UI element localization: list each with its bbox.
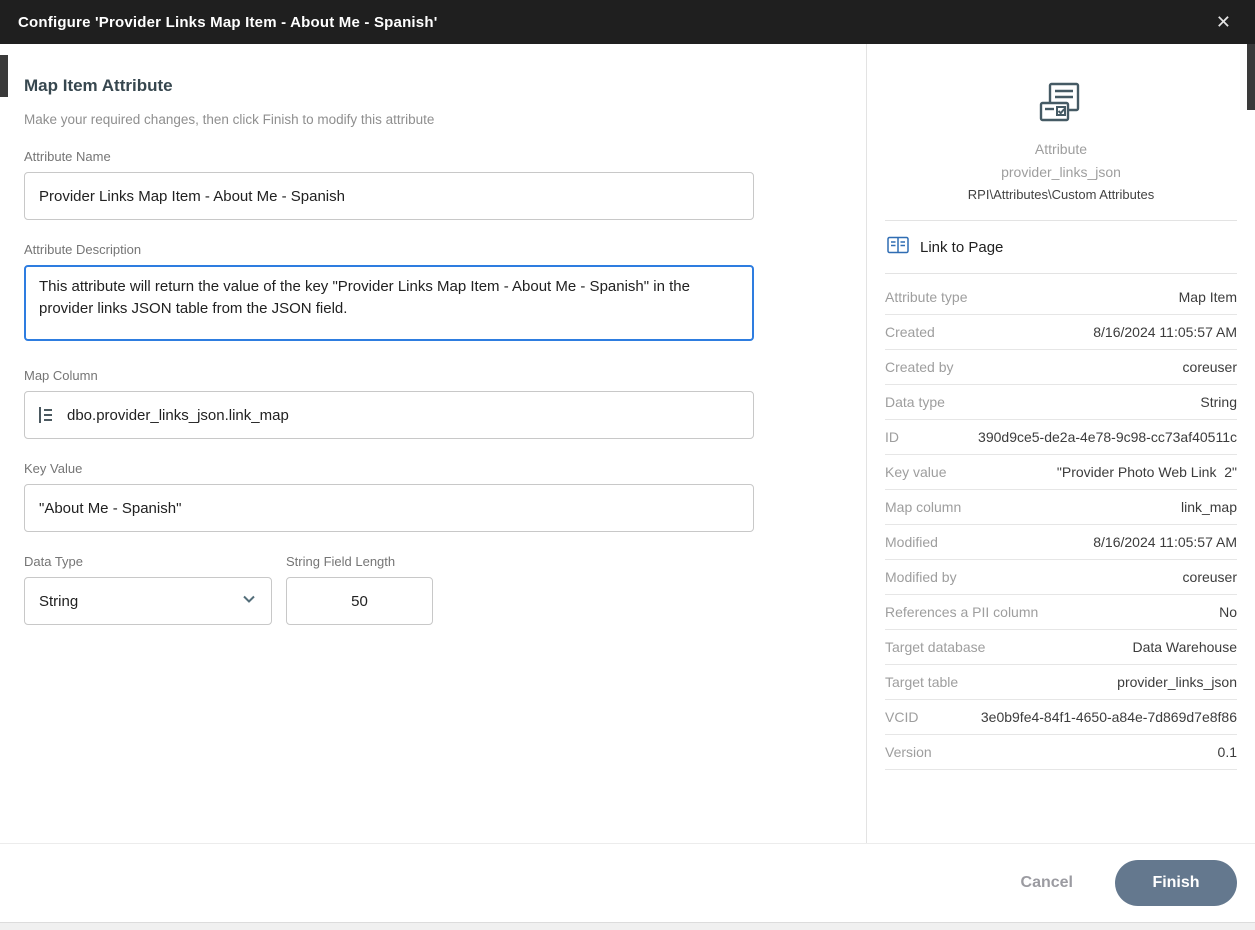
property-label: ID [885,429,899,445]
string-field-length-input[interactable] [286,577,433,625]
attribute-name-label: Attribute Name [24,149,866,164]
property-label: Data type [885,394,945,410]
property-label: VCID [885,709,918,725]
property-label: Key value [885,464,946,480]
property-value: 8/16/2024 11:05:57 AM [1093,534,1237,550]
property-row: ID 390d9ce5-de2a-4e78-9c98-cc73af40511c [885,420,1237,455]
string-field-length-group: String Field Length [286,554,433,625]
close-icon[interactable]: ✕ [1210,9,1237,35]
summary-attribute-name: provider_links_json [885,164,1237,180]
property-row: Attribute type Map Item [885,280,1237,315]
key-value-input[interactable] [24,484,754,532]
property-value: coreuser [1183,359,1237,375]
property-label: Modified by [885,569,957,585]
dialog-footer: Cancel Finish [0,843,1255,922]
property-value: 0.1 [1218,744,1237,760]
attribute-name-input[interactable] [24,172,754,220]
property-label: Modified [885,534,938,550]
link-to-page-button[interactable]: Link to Page [885,221,1237,274]
attribute-description-field-group: Attribute Description This attribute wil… [24,242,866,346]
attribute-icon [885,68,1237,129]
string-field-length-label: String Field Length [286,554,433,569]
cancel-button[interactable]: Cancel [1015,873,1079,893]
property-value: provider_links_json [1117,674,1237,690]
chevron-down-icon [241,591,257,611]
property-value: No [1219,604,1237,620]
property-row: Key value "Provider Photo Web Link 2" [885,455,1237,490]
dialog-header: Configure 'Provider Links Map Item - Abo… [0,0,1255,44]
data-type-selected-value: String [39,593,78,610]
property-label: Map column [885,499,961,515]
data-type-field-group: Data Type String [24,554,272,625]
configure-attribute-dialog: Configure 'Provider Links Map Item - Abo… [0,0,1255,930]
property-row: Map column link_map [885,490,1237,525]
property-value: coreuser [1183,569,1237,585]
property-label: References a PII column [885,604,1038,620]
map-column-input[interactable] [24,391,754,439]
property-row: Target database Data Warehouse [885,630,1237,665]
property-row: Created 8/16/2024 11:05:57 AM [885,315,1237,350]
property-value: 3e0b9fe4-84f1-4650-a84e-7d869d7e8f86 [981,709,1237,725]
property-list: Attribute type Map Item Created 8/16/202… [885,280,1237,770]
data-type-select[interactable]: String [24,577,272,625]
summary-attribute-path: RPI\Attributes\Custom Attributes [885,187,1237,220]
property-value: 390d9ce5-de2a-4e78-9c98-cc73af40511c [978,429,1237,445]
finish-button[interactable]: Finish [1115,860,1237,906]
property-label: Created [885,324,935,340]
background-page-left-edge [0,55,8,97]
attribute-form: Map Item Attribute Make your required ch… [0,44,866,843]
key-value-field-group: Key Value [24,461,866,532]
property-row: VCID 3e0b9fe4-84f1-4650-a84e-7d869d7e8f8… [885,700,1237,735]
property-value: String [1200,394,1237,410]
attribute-name-field-group: Attribute Name [24,149,866,220]
property-value: 8/16/2024 11:05:57 AM [1093,324,1237,340]
property-row: Created by coreuser [885,350,1237,385]
property-value: link_map [1181,499,1237,515]
property-value: Map Item [1179,289,1237,305]
property-label: Target database [885,639,985,655]
property-row: Modified 8/16/2024 11:05:57 AM [885,525,1237,560]
property-row: Version 0.1 [885,735,1237,770]
form-subtitle: Make your required changes, then click F… [24,112,866,127]
property-value: Data Warehouse [1132,639,1237,655]
dialog-title: Configure 'Provider Links Map Item - Abo… [18,14,437,31]
map-column-label: Map Column [24,368,866,383]
property-label: Created by [885,359,953,375]
property-label: Attribute type [885,289,968,305]
map-column-field-group: Map Column [24,368,866,439]
attribute-description-input[interactable]: This attribute will return the value of … [24,265,754,341]
dialog-body: Map Item Attribute Make your required ch… [0,44,1255,843]
property-label: Version [885,744,932,760]
link-to-page-label: Link to Page [920,239,1003,256]
attribute-description-label: Attribute Description [24,242,866,257]
table-column-icon [36,405,56,425]
property-label: Target table [885,674,958,690]
key-value-label: Key Value [24,461,866,476]
attribute-summary-panel: Attribute provider_links_json RPI\Attrib… [866,44,1255,843]
form-heading: Map Item Attribute [24,76,866,96]
data-type-label: Data Type [24,554,272,569]
property-row: Data type String [885,385,1237,420]
background-page-right-edge [1247,44,1255,110]
property-row: Modified by coreuser [885,560,1237,595]
summary-kind: Attribute [885,141,1237,157]
property-value: "Provider Photo Web Link 2" [1057,464,1237,480]
open-book-icon [887,236,909,258]
data-type-row: Data Type String String Field Length [24,554,866,625]
background-page-bottom [0,922,1255,930]
property-row: Target table provider_links_json [885,665,1237,700]
property-row: References a PII column No [885,595,1237,630]
